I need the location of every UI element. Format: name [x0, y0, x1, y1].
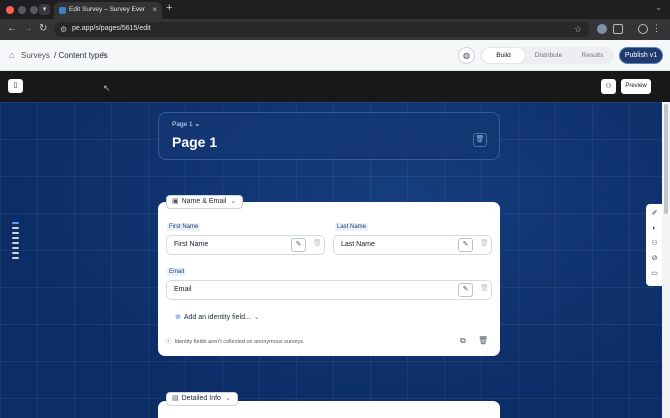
pencil-icon[interactable]: ✎: [458, 283, 473, 297]
add-identity-label: Add an identity field...: [183, 314, 251, 321]
trash-icon[interactable]: 🗑: [473, 133, 487, 147]
compass-icon[interactable]: ⊘: [650, 254, 659, 263]
page-progress-rail[interactable]: [12, 222, 20, 262]
trash-icon[interactable]: 🗑: [478, 336, 488, 345]
page-selector-label[interactable]: Page 1: [172, 121, 193, 128]
editor-canvas: Page 1 ⌄ Page 1 🗑 ▣ Name & Email ⌄ First N…: [0, 102, 662, 418]
progress-dash: [12, 242, 19, 244]
trash-icon[interactable]: 🗑: [480, 239, 489, 247]
right-tool-rail: ✐ ◐ ⚇ ⊘ ▭: [646, 204, 662, 286]
field-label-first-name: First Name: [167, 223, 201, 231]
section-card-name-email: [158, 202, 500, 356]
app-header: ⌂ Surveys / Content types ✎ ◍ Build Dist…: [0, 40, 670, 71]
identity-info-note: ⓘ Identity fields aren't collected on ano…: [166, 337, 305, 345]
copy-icon[interactable]: ⧉: [460, 336, 466, 346]
trash-icon[interactable]: 🗑: [480, 284, 489, 292]
users-icon[interactable]: ⚇: [650, 239, 659, 248]
tab-search-button[interactable]: ▾: [39, 4, 50, 15]
progress-dash: [12, 222, 19, 224]
progress-dash: [12, 237, 19, 239]
progress-dash: [12, 257, 19, 259]
section-chip-label: Detailed Info: [181, 395, 221, 402]
last-name-field[interactable]: Last Name ✎ 🗑: [333, 235, 492, 255]
first-name-field[interactable]: First Name ✎ 🗑: [166, 235, 325, 255]
chevron-down-icon[interactable]: ⌄: [230, 198, 236, 205]
kebab-menu-icon[interactable]: ⋮: [652, 23, 661, 34]
extension-icon[interactable]: [597, 24, 607, 34]
window-close-button[interactable]: [6, 6, 14, 14]
pencil-icon[interactable]: ✎: [458, 238, 473, 252]
profile-icon[interactable]: [638, 24, 648, 34]
email-field[interactable]: Email ✎ 🗑: [166, 280, 492, 300]
progress-dash: [12, 232, 19, 234]
breadcrumb-current: / Content types: [54, 51, 108, 60]
chevron-down-icon[interactable]: ⌄: [225, 395, 231, 402]
sidebar-toggle-icon[interactable]: ▯: [8, 79, 23, 93]
progress-dash: [12, 247, 19, 249]
magic-wand-icon[interactable]: ✐: [650, 209, 659, 218]
id-card-icon: ▣: [172, 198, 179, 205]
field-value: First Name: [174, 241, 209, 248]
preview-button[interactable]: Preview: [621, 79, 651, 94]
theme-palette-icon[interactable]: ◍: [458, 47, 475, 64]
tab-build[interactable]: Build: [482, 48, 525, 63]
pencil-icon[interactable]: ✎: [291, 238, 306, 252]
chevron-down-icon[interactable]: ⌄: [194, 119, 201, 128]
info-note-text: Identity fields aren't collected on anon…: [174, 339, 305, 345]
field-label-email: Email: [167, 268, 187, 276]
field-value: Last Name: [341, 241, 375, 248]
page-header-card: Page 1 ⌄ Page 1 🗑: [158, 112, 500, 160]
url-bar[interactable]: ⚙ pe.app/s/pages/5615/edit ☆: [54, 22, 590, 37]
browser-tab-active[interactable]: Edit Survey – Survey Everywh ×: [54, 2, 162, 19]
progress-dash: [12, 227, 19, 229]
section-chip-name-email[interactable]: ▣ Name & Email ⌄: [166, 195, 244, 209]
tab-distribute[interactable]: Distribute: [527, 47, 570, 64]
chevron-down-icon[interactable]: ⌄: [655, 3, 662, 12]
puzzle-icon[interactable]: [613, 24, 623, 34]
new-tab-button[interactable]: +: [166, 2, 172, 14]
message-icon[interactable]: ▭: [650, 269, 659, 278]
info-icon: ⓘ: [166, 339, 172, 345]
flow-tree-icon[interactable]: ⚇: [601, 79, 616, 94]
field-label-last-name: Last Name: [335, 223, 369, 231]
favicon-icon: [59, 7, 66, 14]
progress-dash: [12, 252, 19, 254]
add-identity-field-button[interactable]: ⊕ Add an identity field... ⌄: [171, 311, 264, 325]
tab-title: Edit Survey – Survey Everywh: [69, 6, 145, 13]
close-icon[interactable]: ×: [152, 5, 157, 14]
bookmark-star-icon[interactable]: ☆: [574, 24, 582, 35]
site-info-icon[interactable]: ⚙: [60, 25, 67, 34]
pencil-icon[interactable]: ✎: [101, 51, 107, 59]
back-arrow-icon[interactable]: ←: [7, 23, 17, 34]
browser-tab-bar: ▾ Edit Survey – Survey Everywh × + ⌄: [0, 0, 670, 19]
mode-segmented-control: Build Distribute Results: [480, 47, 614, 64]
home-icon[interactable]: ⌂: [9, 50, 14, 60]
url-text: pe.app/s/pages/5615/edit: [72, 25, 151, 32]
palette-icon[interactable]: ◐: [650, 224, 659, 233]
tab-results[interactable]: Results: [571, 47, 614, 64]
section-chip-detailed-info[interactable]: ▤ Detailed Info ⌄: [166, 392, 238, 406]
plus-circle-icon: ⊕: [175, 314, 181, 321]
field-value: Email: [174, 286, 192, 293]
trash-icon[interactable]: 🗑: [313, 239, 322, 247]
publish-button[interactable]: Publish v1: [619, 47, 663, 64]
page-title[interactable]: Page 1: [172, 134, 217, 150]
chevron-down-icon: ⌄: [253, 314, 260, 321]
editor-toolbar: ▯ ↖ ⚇ Preview: [0, 71, 670, 102]
breadcrumb-surveys[interactable]: Surveys: [21, 51, 50, 60]
section-chip-label: Name & Email: [181, 198, 227, 205]
window-minimize-button[interactable]: [18, 6, 26, 14]
list-icon: ▤: [172, 395, 179, 402]
reload-icon[interactable]: ↻: [39, 23, 47, 34]
scrollbar-thumb[interactable]: [664, 104, 668, 214]
forward-arrow-icon[interactable]: →: [23, 23, 33, 34]
mouse-cursor-icon: ↖: [103, 83, 111, 93]
window-zoom-button[interactable]: [30, 6, 38, 14]
browser-address-bar: ← → ↻ ⚙ pe.app/s/pages/5615/edit ☆ ⋮: [0, 19, 670, 40]
